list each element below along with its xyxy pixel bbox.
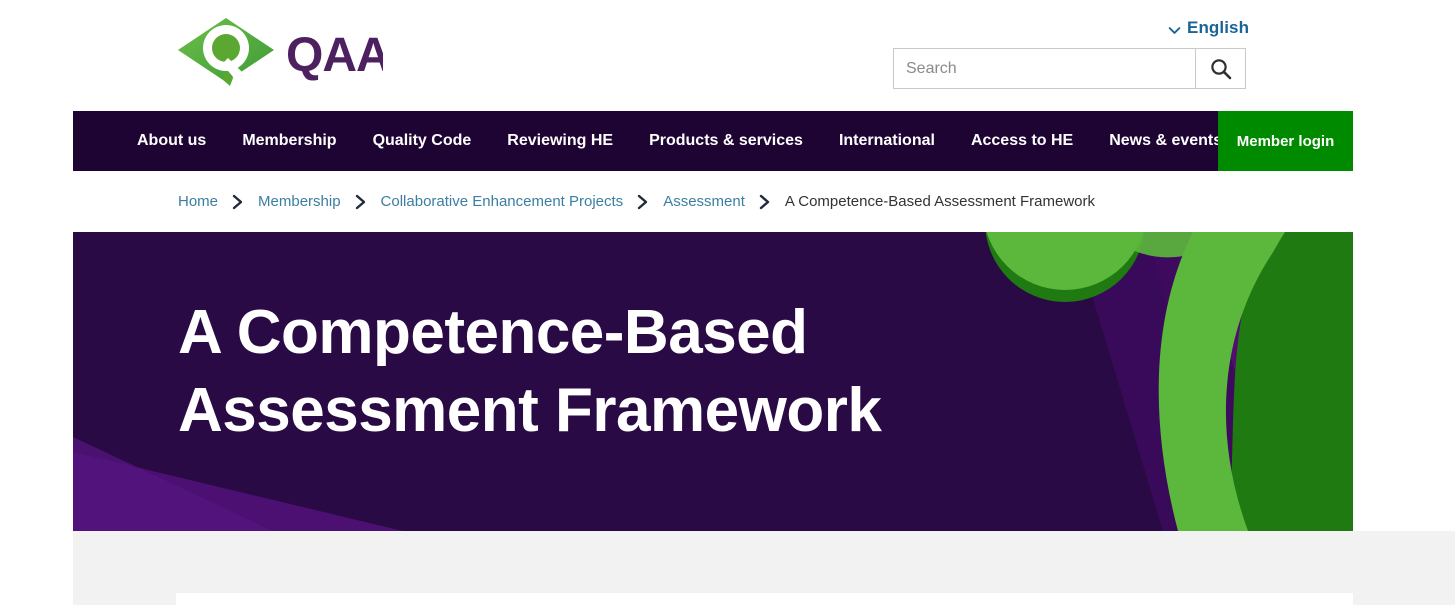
nav-item-quality-code[interactable]: Quality Code [355,111,490,171]
breadcrumb-item-membership[interactable]: Membership [258,193,341,210]
search-icon [1209,57,1233,81]
search-button[interactable] [1195,49,1245,88]
chevron-right-icon [232,194,244,210]
nav-item-membership[interactable]: Membership [224,111,354,171]
breadcrumb-item-assessment[interactable]: Assessment [663,193,745,210]
chevron-right-icon [759,194,771,210]
breadcrumb-item-collaborative-enhancement-projects[interactable]: Collaborative Enhancement Projects [381,193,624,210]
site-header: QAA English [0,0,1455,111]
search-box [893,48,1246,89]
breadcrumb: Home Membership Collaborative Enhancemen… [73,171,1353,232]
page-title: A Competence-Based Assessment Framework [178,298,882,445]
chevron-right-icon [637,194,649,210]
nav-item-reviewing-he[interactable]: Reviewing HE [489,111,631,171]
breadcrumb-item-current: A Competence-Based Assessment Framework [784,193,1096,210]
member-login-button[interactable]: Member login [1218,111,1353,171]
main-navigation: About us Membership Quality Code Reviewi… [73,111,1353,171]
nav-item-about-us[interactable]: About us [119,111,224,171]
chevron-right-icon [355,194,367,210]
language-label: English [1187,18,1250,37]
hero-banner: A Competence-Based Assessment Framework [73,232,1353,531]
svg-text:QAA: QAA [286,29,383,82]
nav-item-list: About us Membership Quality Code Reviewi… [73,111,1240,171]
nav-item-international[interactable]: International [821,111,953,171]
qaa-diamond-logo-icon: QAA [178,18,383,86]
language-selector[interactable]: English [1168,18,1249,38]
page-root: QAA English Search About us Membership Q… [0,0,1455,605]
content-card [176,593,1353,605]
breadcrumb-item-home[interactable]: Home [178,193,218,210]
chevron-down-icon [1168,22,1181,35]
qaa-logo[interactable]: QAA [178,14,383,86]
nav-item-products-services[interactable]: Products & services [631,111,821,171]
nav-item-access-to-he[interactable]: Access to HE [953,111,1091,171]
search-input[interactable] [894,49,1195,88]
